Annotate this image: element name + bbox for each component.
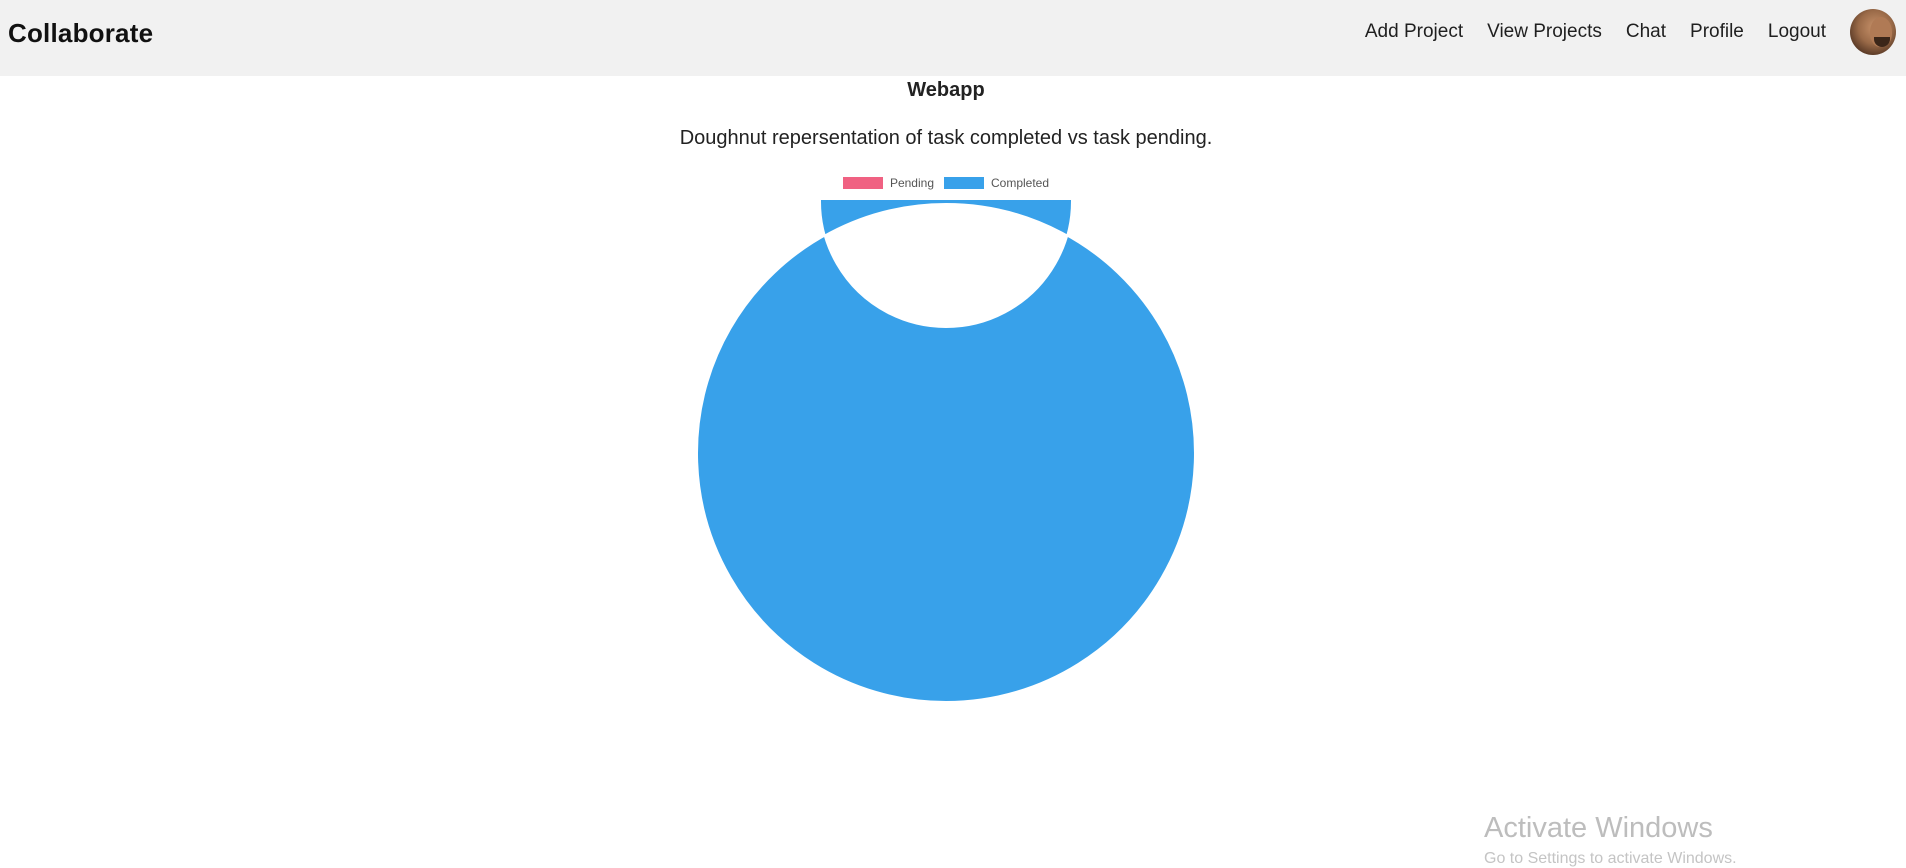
legend-item-pending[interactable]: Pending xyxy=(842,176,934,190)
nav-profile-link[interactable]: Profile xyxy=(1690,21,1744,43)
doughnut-chart xyxy=(696,200,1196,703)
nav-links: Add Project View Projects Chat Profile L… xyxy=(1365,0,1906,64)
project-title: Webapp xyxy=(907,79,985,101)
nav-logout-link[interactable]: Logout xyxy=(1768,21,1826,43)
activate-windows-watermark: Activate Windows xyxy=(1484,812,1713,844)
nav-chat-link[interactable]: Chat xyxy=(1626,21,1666,43)
legend-swatch-completed xyxy=(944,177,984,189)
activate-windows-subtext: Go to Settings to activate Windows. xyxy=(1484,850,1737,867)
nav-add-project-link[interactable]: Add Project xyxy=(1365,21,1463,43)
legend-label-completed: Completed xyxy=(991,176,1050,190)
legend-swatch-pending xyxy=(842,177,883,189)
brand-logo-text[interactable]: Collaborate xyxy=(8,18,153,49)
legend-item-completed[interactable]: Completed xyxy=(944,176,1049,190)
chart-legend: Pending Completed xyxy=(0,176,1892,190)
top-navbar: Collaborate Add Project View Projects Ch… xyxy=(0,0,1906,76)
chart-description: Doughnut repersentation of task complete… xyxy=(679,127,1213,149)
legend-label-pending: Pending xyxy=(889,176,934,190)
user-avatar-icon[interactable] xyxy=(1850,9,1896,55)
nav-view-projects-link[interactable]: View Projects xyxy=(1487,21,1602,43)
